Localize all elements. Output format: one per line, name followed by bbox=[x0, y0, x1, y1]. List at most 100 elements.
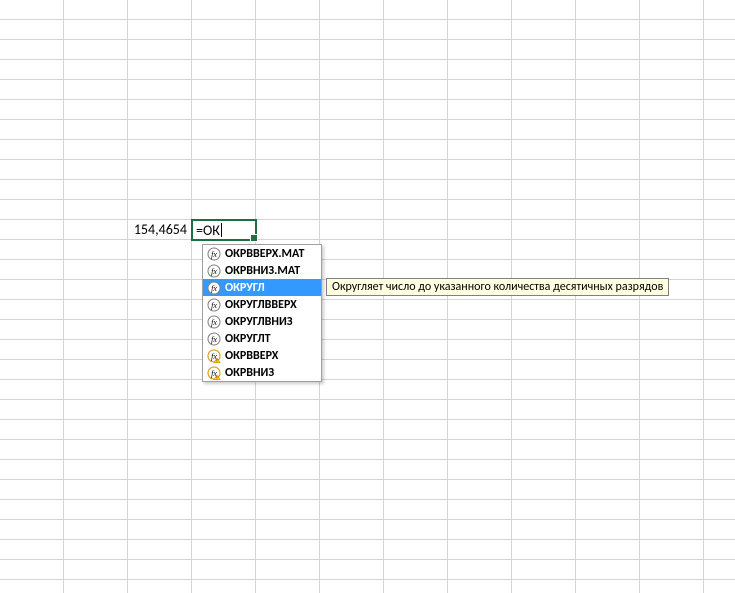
cell[interactable] bbox=[384, 40, 448, 60]
cell[interactable] bbox=[704, 40, 735, 60]
cell[interactable] bbox=[512, 420, 576, 440]
cell[interactable] bbox=[64, 580, 128, 593]
cell[interactable] bbox=[64, 120, 128, 140]
cell[interactable] bbox=[64, 260, 128, 280]
cell[interactable] bbox=[0, 160, 64, 180]
cell[interactable] bbox=[448, 40, 512, 60]
cell[interactable] bbox=[128, 180, 192, 200]
cell[interactable] bbox=[512, 60, 576, 80]
cell[interactable] bbox=[640, 420, 704, 440]
cell[interactable] bbox=[128, 60, 192, 80]
cell[interactable] bbox=[576, 100, 640, 120]
cell[interactable] bbox=[448, 580, 512, 593]
cell[interactable] bbox=[384, 260, 448, 280]
cell[interactable] bbox=[320, 480, 384, 500]
autocomplete-item[interactable]: fx ! ОКРВНИЗ bbox=[203, 364, 321, 381]
cell[interactable] bbox=[640, 0, 704, 20]
cell[interactable] bbox=[704, 20, 735, 40]
cell[interactable] bbox=[256, 460, 320, 480]
cell[interactable] bbox=[640, 320, 704, 340]
cell[interactable] bbox=[384, 100, 448, 120]
cell[interactable] bbox=[0, 400, 64, 420]
cell[interactable] bbox=[384, 480, 448, 500]
cell[interactable] bbox=[192, 180, 256, 200]
cell[interactable] bbox=[128, 340, 192, 360]
cell[interactable] bbox=[384, 400, 448, 420]
cell[interactable] bbox=[640, 260, 704, 280]
cell[interactable] bbox=[64, 220, 128, 240]
cell[interactable] bbox=[384, 340, 448, 360]
cell[interactable] bbox=[640, 500, 704, 520]
cell[interactable] bbox=[384, 500, 448, 520]
cell[interactable] bbox=[64, 100, 128, 120]
cell[interactable] bbox=[576, 580, 640, 593]
cell[interactable] bbox=[512, 240, 576, 260]
cell[interactable] bbox=[704, 320, 735, 340]
cell[interactable] bbox=[64, 420, 128, 440]
cell[interactable] bbox=[256, 200, 320, 220]
cell[interactable] bbox=[0, 420, 64, 440]
cell[interactable] bbox=[512, 160, 576, 180]
cell[interactable] bbox=[384, 560, 448, 580]
cell[interactable] bbox=[704, 0, 735, 20]
cell[interactable] bbox=[320, 0, 384, 20]
cell[interactable] bbox=[512, 120, 576, 140]
cell[interactable] bbox=[256, 60, 320, 80]
cell[interactable] bbox=[320, 540, 384, 560]
cell[interactable] bbox=[384, 580, 448, 593]
cell[interactable] bbox=[640, 580, 704, 593]
cell[interactable] bbox=[128, 80, 192, 100]
cell[interactable] bbox=[0, 220, 64, 240]
cell[interactable] bbox=[704, 100, 735, 120]
cell[interactable] bbox=[0, 320, 64, 340]
cell[interactable] bbox=[512, 400, 576, 420]
cell[interactable] bbox=[448, 360, 512, 380]
cell[interactable] bbox=[384, 240, 448, 260]
cell[interactable] bbox=[576, 320, 640, 340]
cell[interactable] bbox=[320, 60, 384, 80]
cell[interactable] bbox=[192, 400, 256, 420]
cell[interactable] bbox=[64, 160, 128, 180]
cell[interactable] bbox=[64, 360, 128, 380]
cell[interactable] bbox=[64, 440, 128, 460]
cell[interactable] bbox=[192, 140, 256, 160]
cell[interactable] bbox=[704, 60, 735, 80]
cell[interactable] bbox=[576, 40, 640, 60]
cell[interactable] bbox=[192, 60, 256, 80]
fill-handle[interactable] bbox=[250, 234, 258, 242]
cell[interactable] bbox=[320, 440, 384, 460]
cell[interactable] bbox=[128, 440, 192, 460]
formula-autocomplete-popup[interactable]: fx ОКРВВЕРХ.МАТ fx ОКРВНИЗ.МАТ fx ОКРУГЛ… bbox=[202, 244, 322, 382]
spreadsheet-grid[interactable]: 154,4654=ОК bbox=[0, 0, 735, 593]
cell[interactable] bbox=[192, 560, 256, 580]
cell[interactable] bbox=[320, 140, 384, 160]
cell[interactable] bbox=[704, 520, 735, 540]
cell[interactable] bbox=[448, 100, 512, 120]
cell[interactable] bbox=[384, 520, 448, 540]
cell[interactable] bbox=[576, 20, 640, 40]
cell[interactable] bbox=[320, 580, 384, 593]
cell[interactable] bbox=[64, 80, 128, 100]
cell[interactable] bbox=[384, 540, 448, 560]
cell[interactable] bbox=[512, 500, 576, 520]
cell[interactable] bbox=[576, 560, 640, 580]
cell[interactable] bbox=[448, 400, 512, 420]
cell[interactable] bbox=[448, 0, 512, 20]
cell[interactable] bbox=[448, 300, 512, 320]
cell[interactable] bbox=[512, 560, 576, 580]
cell[interactable] bbox=[256, 160, 320, 180]
cell[interactable] bbox=[192, 100, 256, 120]
cell[interactable] bbox=[448, 240, 512, 260]
cell[interactable] bbox=[704, 460, 735, 480]
cell[interactable] bbox=[448, 60, 512, 80]
cell[interactable] bbox=[256, 540, 320, 560]
cell[interactable] bbox=[0, 20, 64, 40]
cell[interactable] bbox=[320, 200, 384, 220]
cell[interactable] bbox=[0, 140, 64, 160]
cell[interactable] bbox=[192, 160, 256, 180]
cell[interactable] bbox=[576, 460, 640, 480]
cell[interactable] bbox=[384, 140, 448, 160]
cell[interactable] bbox=[128, 480, 192, 500]
cell[interactable] bbox=[576, 220, 640, 240]
cell[interactable] bbox=[640, 40, 704, 60]
